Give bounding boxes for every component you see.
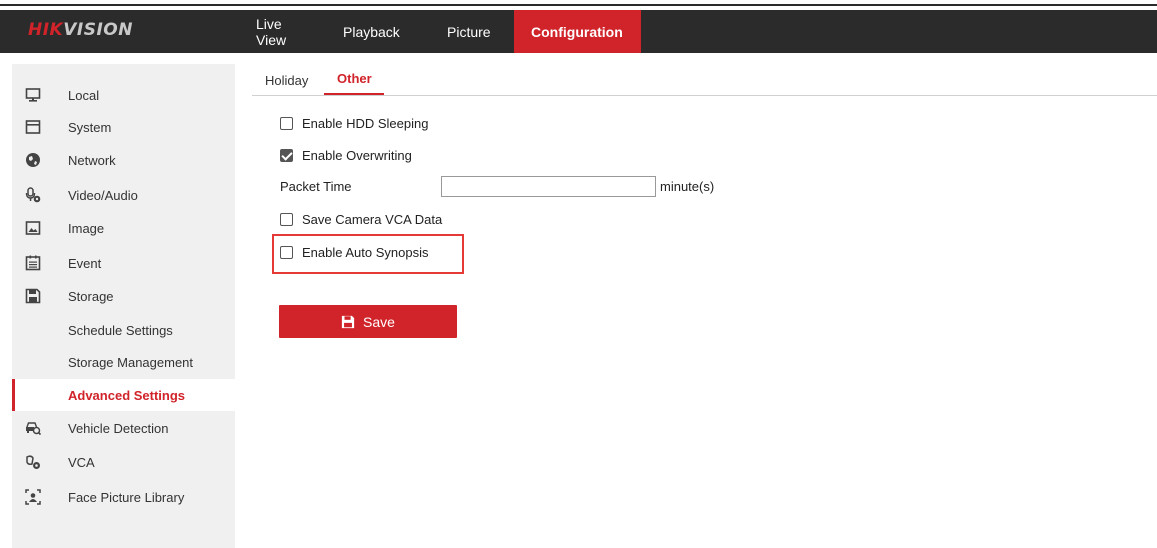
sidebar-item-label: Local — [68, 88, 100, 103]
globe-icon — [26, 153, 40, 167]
vca-icon — [26, 455, 40, 469]
sidebar-item-label: Schedule Settings — [68, 323, 173, 338]
vehicle-search-icon — [26, 422, 41, 436]
packet-time-input[interactable] — [441, 176, 656, 197]
option-hdd-sleeping: Enable HDD Sleeping — [280, 116, 428, 131]
save-button-label: Save — [363, 313, 395, 330]
floppy-disk-icon — [25, 288, 41, 304]
overwriting-checkbox[interactable] — [280, 149, 293, 162]
sidebar-item-advanced-settings[interactable]: Advanced Settings — [12, 379, 235, 411]
sidebar-item-label: System — [68, 120, 112, 135]
sidebar: Local System Network Video/Audio Image E… — [12, 64, 235, 548]
sidebar-item-vca[interactable]: VCA — [12, 447, 235, 477]
settings-tabs: Holiday Other — [252, 66, 1157, 96]
option-auto-synopsis: Enable Auto Synopsis — [280, 245, 428, 260]
main-nav: Live View Playback Picture Configuration — [238, 10, 641, 53]
sidebar-item-schedule-settings[interactable]: Schedule Settings — [12, 315, 235, 345]
tab-holiday[interactable]: Holiday — [265, 73, 308, 88]
sidebar-item-system[interactable]: System — [12, 112, 235, 142]
monitor-icon — [25, 88, 41, 102]
save-vca-checkbox[interactable] — [280, 213, 293, 226]
top-navigation-bar: HIKVISION Live View Playback Picture Con… — [0, 10, 1157, 53]
sidebar-item-label: Network — [68, 153, 116, 168]
sidebar-item-storage[interactable]: Storage — [12, 281, 235, 311]
sidebar-item-face-picture-library[interactable]: Face Picture Library — [12, 482, 235, 512]
sidebar-item-video-audio[interactable]: Video/Audio — [12, 180, 235, 210]
sidebar-item-label: Video/Audio — [68, 188, 138, 203]
face-library-icon — [25, 489, 41, 505]
sidebar-item-vehicle-detection[interactable]: Vehicle Detection — [12, 413, 235, 443]
auto-synopsis-checkbox[interactable] — [280, 246, 293, 259]
hdd-sleeping-label: Enable HDD Sleeping — [302, 116, 429, 131]
sidebar-item-label: Vehicle Detection — [68, 421, 169, 436]
overwriting-label: Enable Overwriting — [302, 148, 412, 163]
tab-other[interactable]: Other — [337, 71, 372, 86]
sidebar-item-label: VCA — [68, 455, 95, 470]
nav-configuration[interactable]: Configuration — [514, 10, 641, 53]
microphone-icon — [25, 187, 41, 203]
hikvision-logo: HIKVISION — [28, 20, 133, 40]
hdd-sleeping-checkbox[interactable] — [280, 117, 293, 130]
sidebar-item-image[interactable]: Image — [12, 213, 235, 243]
active-tab-underline — [324, 93, 384, 95]
packet-time-label: Packet Time — [280, 179, 352, 194]
sidebar-item-label: Advanced Settings — [68, 388, 186, 403]
packet-time-unit: minute(s) — [660, 179, 715, 194]
nav-picture[interactable]: Picture — [429, 10, 514, 53]
sidebar-item-label: Face Picture Library — [68, 490, 185, 505]
option-overwriting: Enable Overwriting — [280, 148, 412, 163]
event-calendar-icon — [25, 255, 41, 271]
sidebar-item-storage-management[interactable]: Storage Management — [12, 347, 235, 377]
option-save-vca: Save Camera VCA Data — [280, 212, 442, 227]
sidebar-item-label: Image — [68, 221, 105, 236]
system-icon — [25, 120, 41, 134]
floppy-disk-icon — [341, 315, 355, 328]
app-root: HIKVISION Live View Playback Picture Con… — [0, 0, 1157, 548]
save-button[interactable]: Save — [279, 305, 457, 338]
top-border-line — [0, 4, 1157, 6]
sidebar-item-event[interactable]: Event — [12, 248, 235, 278]
sidebar-item-label: Storage Management — [68, 355, 194, 370]
sidebar-item-label: Event — [68, 256, 102, 271]
active-indicator — [12, 379, 15, 411]
image-icon — [25, 221, 41, 235]
sidebar-item-label: Storage — [68, 289, 114, 304]
nav-playback[interactable]: Playback — [325, 10, 429, 53]
sidebar-item-local[interactable]: Local — [12, 80, 235, 110]
nav-live-view[interactable]: Live View — [238, 10, 325, 53]
save-vca-label: Save Camera VCA Data — [302, 212, 443, 227]
sidebar-item-network[interactable]: Network — [12, 145, 235, 175]
auto-synopsis-label: Enable Auto Synopsis — [302, 245, 429, 260]
